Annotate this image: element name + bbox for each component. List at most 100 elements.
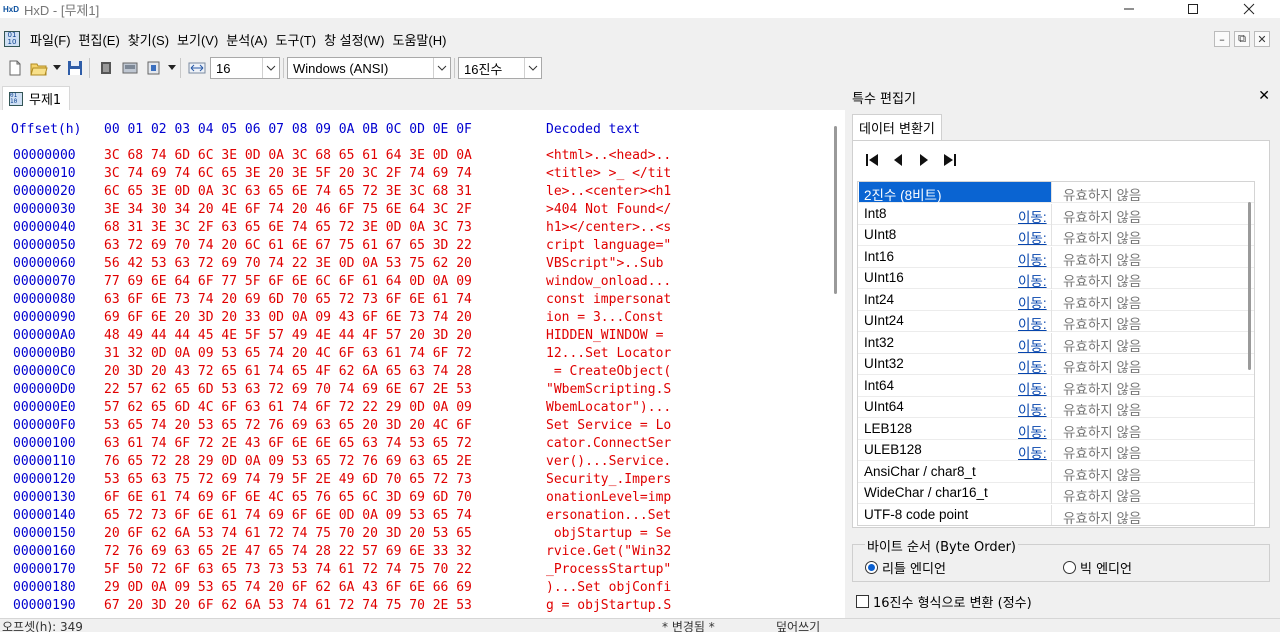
- hex-row[interactable]: 000000F0 53 65 74 20 53 65 72 76 69 63 65…: [0, 417, 830, 435]
- row-hex-bytes[interactable]: 77 69 6E 64 6F 77 5F 6F 6E 6C 6F 61 64 0…: [104, 273, 472, 291]
- inspector-row-value[interactable]: 유효하지 않음: [1063, 313, 1141, 333]
- inspector-go-link[interactable]: 이동:: [1018, 227, 1047, 247]
- inspector-row[interactable]: UInt32 이동: 유효하지 않음: [858, 354, 1254, 375]
- mdi-restore-button[interactable]: ⧉: [1234, 31, 1250, 47]
- row-decoded-text[interactable]: g = objStartup.S: [546, 597, 671, 615]
- row-decoded-text[interactable]: ion = 3...Const: [546, 309, 671, 327]
- row-decoded-text[interactable]: )...Set objConfi: [546, 579, 671, 597]
- open-dropdown-button[interactable]: [52, 57, 62, 79]
- row-decoded-text[interactable]: <title> >_ </tit: [546, 165, 671, 183]
- open-file-button[interactable]: [28, 57, 50, 79]
- ram-dropdown-button[interactable]: [167, 57, 177, 79]
- minimize-button[interactable]: [1106, 0, 1152, 18]
- hex-row[interactable]: 00000150 20 6F 62 6A 53 74 61 72 74 75 70…: [0, 525, 830, 543]
- previous-button[interactable]: [889, 151, 907, 169]
- hex-row[interactable]: 00000130 6F 6E 61 74 69 6F 6E 4C 65 76 65…: [0, 489, 830, 507]
- hex-row[interactable]: 00000060 56 42 53 63 72 69 70 74 22 3E 0D…: [0, 255, 830, 273]
- inspector-go-link[interactable]: 이동:: [1018, 206, 1047, 226]
- document-app-icon[interactable]: 01 10: [4, 31, 20, 47]
- inspector-row[interactable]: Int64 이동: 유효하지 않음: [858, 375, 1254, 398]
- inspector-row-value[interactable]: 유효하지 않음: [1063, 507, 1141, 526]
- hex-row[interactable]: 00000030 3E 34 30 34 20 4E 6F 74 20 46 6F…: [0, 201, 830, 219]
- row-hex-bytes[interactable]: 72 76 69 63 65 2E 47 65 74 28 22 57 69 6…: [104, 543, 472, 561]
- menu-edit[interactable]: 편집(E): [75, 30, 124, 49]
- inspector-row[interactable]: UTF-8 code point 유효하지 않음: [858, 504, 1254, 526]
- hex-row[interactable]: 00000010 3C 74 69 74 6C 65 3E 20 3E 5F 20…: [0, 165, 830, 183]
- menu-file[interactable]: 파일(F): [26, 30, 75, 49]
- data-inspector-table[interactable]: UTF-8 code point 유효하지 않음 WideChar / char16…: [857, 181, 1255, 526]
- inspector-row-value[interactable]: 유효하지 않음: [1063, 206, 1141, 226]
- row-decoded-text[interactable]: cript language=": [546, 237, 671, 255]
- mdi-minimize-button[interactable]: –: [1214, 31, 1230, 47]
- row-hex-bytes[interactable]: 53 65 63 75 72 69 74 79 5F 2E 49 6D 70 6…: [104, 471, 472, 489]
- new-file-button[interactable]: [4, 57, 26, 79]
- row-hex-bytes[interactable]: 69 6F 6E 20 3D 20 33 0D 0A 09 43 6F 6E 7…: [104, 309, 472, 327]
- hex-row[interactable]: 00000110 76 65 72 28 29 0D 0A 09 53 65 72…: [0, 453, 830, 471]
- row-hex-bytes[interactable]: 63 72 69 70 74 20 6C 61 6E 67 75 61 67 6…: [104, 237, 472, 255]
- hex-row[interactable]: 00000190 67 20 3D 20 6F 62 6A 53 74 61 72…: [0, 597, 830, 615]
- inspector-go-link[interactable]: 이동:: [1018, 270, 1047, 290]
- row-hex-bytes[interactable]: 48 49 44 44 45 4E 5F 57 49 4E 44 4F 57 2…: [104, 327, 472, 345]
- row-hex-bytes[interactable]: 53 65 74 20 53 65 72 76 69 63 65 20 3D 2…: [104, 417, 472, 435]
- row-decoded-text[interactable]: le>..<center><h1: [546, 183, 671, 201]
- row-decoded-text[interactable]: Security_.Impers: [546, 471, 671, 489]
- charset-select[interactable]: Windows (ANSI): [287, 57, 451, 79]
- row-decoded-text[interactable]: "WbemScripting.S: [546, 381, 671, 399]
- row-decoded-text[interactable]: Set Service = Lo: [546, 417, 671, 435]
- row-decoded-text[interactable]: rvice.Get("Win32: [546, 543, 671, 561]
- inspector-row-value[interactable]: 유효하지 않음: [1063, 421, 1141, 441]
- inspector-scrollbar-thumb[interactable]: [1248, 202, 1251, 370]
- hex-row[interactable]: 00000140 65 72 73 6F 6E 61 74 69 6F 6E 0D…: [0, 507, 830, 525]
- hex-row[interactable]: 00000040 68 31 3E 3C 2F 63 65 6E 74 65 72…: [0, 219, 830, 237]
- row-decoded-text[interactable]: cator.ConnectSer: [546, 435, 671, 453]
- inspector-go-link[interactable]: 이동:: [1018, 313, 1047, 333]
- row-hex-bytes[interactable]: 63 6F 6E 73 74 20 69 6D 70 65 72 73 6F 6…: [104, 291, 472, 309]
- inspector-row-value[interactable]: 유효하지 않음: [1063, 227, 1141, 247]
- row-hex-bytes[interactable]: 22 57 62 65 6D 53 63 72 69 70 74 69 6E 6…: [104, 381, 472, 399]
- row-hex-bytes[interactable]: 3C 68 74 6D 6C 3E 0D 0A 3C 68 65 61 64 3…: [104, 147, 472, 165]
- first-button[interactable]: [863, 151, 881, 169]
- inspector-row-value[interactable]: 유효하지 않음: [1063, 442, 1141, 462]
- inspector-row[interactable]: Int24 이동: 유효하지 않음: [858, 289, 1254, 311]
- inspector-row[interactable]: WideChar / char16_t 유효하지 않음: [858, 483, 1254, 505]
- row-hex-bytes[interactable]: 29 0D 0A 09 53 65 74 20 6F 62 6A 43 6F 6…: [104, 579, 472, 597]
- hex-row[interactable]: 000000B0 31 32 0D 0A 09 53 65 74 20 4C 6F…: [0, 345, 830, 363]
- row-decoded-text[interactable]: ersonation...Set: [546, 507, 671, 525]
- inspector-row[interactable]: 2진수 (8비트) 유효하지 않음: [858, 182, 1254, 203]
- hex-row[interactable]: 00000020 6C 65 3E 0D 0A 3C 63 65 6E 74 65…: [0, 183, 830, 201]
- row-hex-bytes[interactable]: 68 31 3E 3C 2F 63 65 6E 74 65 72 3E 0D 0…: [104, 219, 472, 237]
- row-decoded-text[interactable]: h1></center>..<s: [546, 219, 671, 237]
- inspector-row-value[interactable]: 유효하지 않음: [1063, 378, 1141, 398]
- hex-row[interactable]: 00000180 29 0D 0A 09 53 65 74 20 6F 62 6A…: [0, 579, 830, 597]
- inspector-row-value[interactable]: 유효하지 않음: [1063, 335, 1141, 355]
- row-hex-bytes[interactable]: 20 3D 20 43 72 65 61 74 65 4F 62 6A 65 6…: [104, 363, 472, 381]
- tab-document[interactable]: 01 10 무제1: [2, 86, 71, 110]
- row-hex-bytes[interactable]: 5F 50 72 6F 63 65 73 73 53 74 61 72 74 7…: [104, 561, 472, 579]
- inspector-row[interactable]: UInt24 이동: 유효하지 않음: [858, 311, 1254, 333]
- inspector-row[interactable]: UInt8 이동: 유효하지 않음: [858, 225, 1254, 247]
- hex-row[interactable]: 00000080 63 6F 6E 73 74 20 69 6D 70 65 72…: [0, 291, 830, 309]
- row-hex-bytes[interactable]: 63 61 74 6F 72 2E 43 6F 6E 6E 65 63 74 5…: [104, 435, 472, 453]
- inspector-row[interactable]: AnsiChar / char8_t 유효하지 않음: [858, 461, 1254, 483]
- hex-row[interactable]: 000000C0 20 3D 20 43 72 65 61 74 65 4F 62…: [0, 363, 830, 381]
- row-decoded-text[interactable]: onationLevel=imp: [546, 489, 671, 507]
- panel-close-button[interactable]: ✕: [1258, 88, 1270, 104]
- tab-data-inspector[interactable]: 데이터 변환기: [852, 114, 942, 140]
- maximize-button[interactable]: [1170, 0, 1216, 18]
- hex-row[interactable]: 00000100 63 61 74 6F 72 2E 43 6F 6E 6E 65…: [0, 435, 830, 453]
- row-hex-bytes[interactable]: 31 32 0D 0A 09 53 65 74 20 4C 6F 63 61 7…: [104, 345, 472, 363]
- hex-row[interactable]: 000000A0 48 49 44 44 45 4E 5F 57 49 4E 44…: [0, 327, 830, 345]
- open-ram-button[interactable]: [143, 57, 165, 79]
- row-decoded-text[interactable]: HIDDEN_WINDOW =: [546, 327, 671, 345]
- row-decoded-text[interactable]: window_onload...: [546, 273, 671, 291]
- open-disk-button[interactable]: [119, 57, 141, 79]
- hex-row[interactable]: 00000120 53 65 63 75 72 69 74 79 5F 2E 49…: [0, 471, 830, 489]
- inspector-row-value[interactable]: 유효하지 않음: [1063, 485, 1141, 505]
- hex-row[interactable]: 00000160 72 76 69 63 65 2E 47 65 74 28 22…: [0, 543, 830, 561]
- hex-row[interactable]: 00000000 3C 68 74 6D 6C 3E 0D 0A 3C 68 65…: [0, 147, 830, 165]
- bytes-per-row-select[interactable]: 16: [210, 57, 280, 79]
- hex-editor[interactable]: Offset(h) 00 01 02 03 04 05 06 07 08 09 …: [0, 110, 845, 618]
- hex-format-checkbox[interactable]: 16진수 형식으로 변환 (정수): [856, 592, 1032, 611]
- inspector-row-value[interactable]: 유효하지 않음: [1063, 270, 1141, 290]
- row-hex-bytes[interactable]: 76 65 72 28 29 0D 0A 09 53 65 72 76 69 6…: [104, 453, 472, 471]
